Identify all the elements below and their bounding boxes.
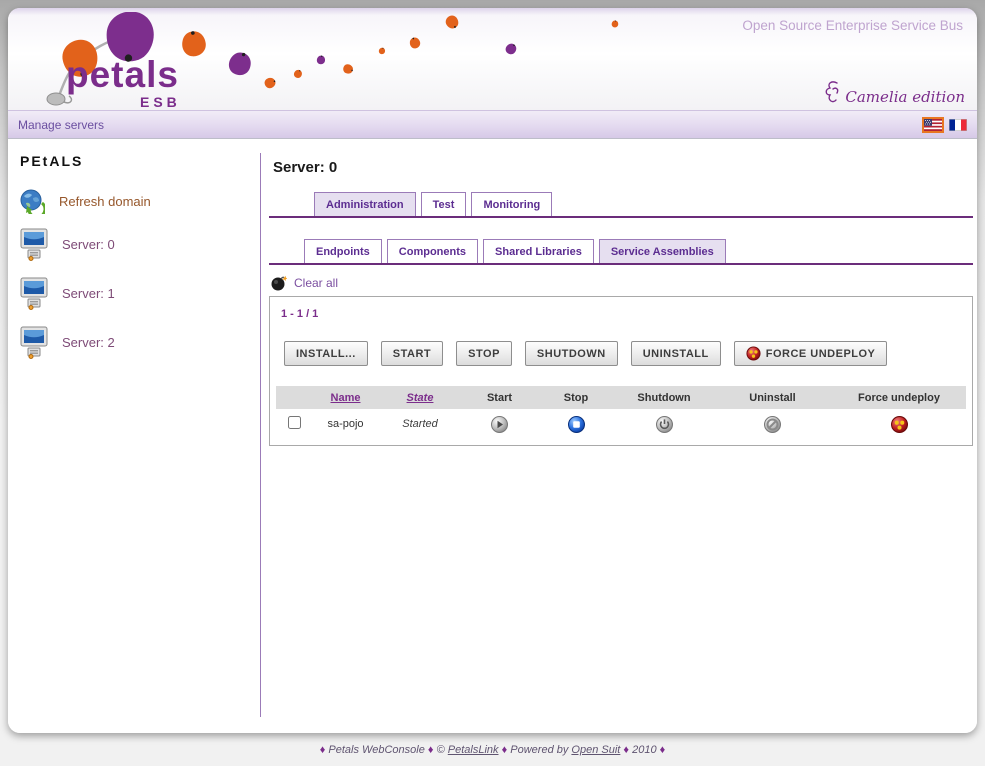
column-header-stop: Stop [537, 386, 615, 409]
clear-all-button[interactable]: Clear all [271, 274, 973, 291]
computer-icon [20, 228, 48, 261]
force-undeploy-button-label: FORCE UNDEPLOY [766, 348, 876, 360]
sidebar-item-server-2[interactable]: Server: 2 [20, 326, 261, 359]
stop-icon[interactable] [568, 416, 585, 433]
sort-by-name-link[interactable]: Name [331, 392, 361, 404]
brand-subname: ESB [140, 94, 181, 110]
stop-button[interactable]: STOP [456, 341, 512, 366]
tab-bar: Administration Test Monitoring [269, 192, 973, 218]
clear-all-label: Clear all [294, 276, 338, 290]
subtab-bar: Endpoints Components Shared Libraries Se… [269, 239, 973, 265]
breadcrumb-bar: Manage servers [8, 110, 977, 139]
us-flag-icon[interactable] [924, 119, 942, 131]
tab-test[interactable]: Test [421, 192, 467, 216]
shutdown-button[interactable]: SHUTDOWN [525, 341, 618, 366]
action-button-row: INSTALL... START STOP SHUTDOWN UNINSTALL [284, 341, 966, 366]
sidebar-item-server-0[interactable]: Server: 0 [20, 228, 261, 261]
uninstall-button-label: UNINSTALL [643, 348, 709, 360]
sidebar-item-label: Server: 1 [62, 286, 115, 301]
play-icon[interactable] [491, 416, 508, 433]
subtab-endpoints[interactable]: Endpoints [304, 239, 382, 263]
tagline: Open Source Enterprise Service Bus [742, 18, 963, 33]
open-suit-link[interactable]: Open Suit [571, 744, 620, 756]
uninstall-button[interactable]: UNINSTALL [631, 341, 721, 366]
footer-separator: ♦ [502, 744, 508, 756]
subtab-shared-libraries[interactable]: Shared Libraries [483, 239, 594, 263]
shutdown-button-label: SHUTDOWN [537, 348, 606, 360]
power-icon[interactable] [656, 416, 673, 433]
table-header-row: Name State Start Stop Shutdown Uninstall… [276, 386, 966, 409]
select-column-header [276, 386, 313, 409]
footer-powered-by: Powered by [510, 744, 568, 756]
install-button-label: INSTALL... [296, 348, 356, 360]
petals-esb-logo: petals ESB [36, 12, 206, 110]
subtab-components[interactable]: Components [387, 239, 478, 263]
footer-separator: ♦ [660, 744, 666, 756]
language-switcher [924, 119, 967, 131]
sidebar-item-label: Server: 0 [62, 237, 115, 252]
force-undeploy-button[interactable]: FORCE UNDEPLOY [734, 341, 888, 366]
install-button[interactable]: INSTALL... [284, 341, 368, 366]
sidebar-title: PEtALS [20, 153, 261, 169]
edition-text: Camelia edition [845, 88, 965, 106]
app-window: petals ESB Open Source Enterprise Servic… [8, 8, 977, 733]
stop-button-label: STOP [468, 348, 500, 360]
row-checkbox[interactable] [288, 416, 301, 429]
footer-year: 2010 [632, 744, 656, 756]
row-state: Started [402, 418, 437, 430]
fr-flag-icon[interactable] [949, 119, 967, 131]
sidebar-item-refresh-domain[interactable]: Refresh domain [20, 189, 261, 214]
camelia-flower-icon [825, 80, 843, 106]
subtab-service-assemblies[interactable]: Service Assemblies [599, 239, 726, 263]
column-header-force-undeploy: Force undeploy [832, 386, 966, 409]
sidebar-divider [260, 153, 261, 717]
service-assemblies-panel: 1 - 1 / 1 INSTALL... START STOP SHUTDOWN [269, 296, 973, 446]
sidebar-item-label: Server: 2 [62, 335, 115, 350]
radioactive-icon[interactable] [891, 416, 908, 433]
start-button-label: START [393, 348, 431, 360]
footer-app-name: Petals WebConsole [328, 744, 424, 756]
sort-by-state-link[interactable]: State [407, 392, 434, 404]
edition-label: Camelia edition [825, 80, 965, 106]
footer-separator: ♦ [428, 744, 434, 756]
pagination-status: 1 - 1 / 1 [276, 303, 966, 320]
brand-name: petals [66, 54, 179, 96]
main-panel: Server: 0 Administration Test Monitoring… [261, 139, 977, 733]
column-header-shutdown: Shutdown [615, 386, 713, 409]
row-name: sa-pojo [313, 409, 378, 439]
footer-separator: ♦ [623, 744, 629, 756]
footer-copyright-symbol: © [437, 744, 445, 756]
sidebar: PEtALS Refresh domain [8, 139, 261, 733]
page-title: Server: 0 [273, 159, 973, 176]
globe-refresh-icon [20, 189, 45, 214]
column-header-start: Start [462, 386, 537, 409]
bomb-icon [271, 274, 287, 291]
column-header-uninstall: Uninstall [713, 386, 832, 409]
petalslink-link[interactable]: PetalsLink [448, 744, 499, 756]
start-button[interactable]: START [381, 341, 443, 366]
computer-icon [20, 277, 48, 310]
sidebar-item-server-1[interactable]: Server: 1 [20, 277, 261, 310]
page-footer: ♦ Petals WebConsole ♦ © PetalsLink ♦ Pow… [0, 744, 985, 756]
tab-administration[interactable]: Administration [314, 192, 416, 216]
breadcrumb: Manage servers [18, 118, 104, 132]
tab-monitoring[interactable]: Monitoring [471, 192, 552, 216]
computer-icon [20, 326, 48, 359]
service-assemblies-table: Name State Start Stop Shutdown Uninstall… [276, 386, 966, 439]
no-entry-icon[interactable] [764, 416, 781, 433]
sidebar-item-label: Refresh domain [59, 194, 151, 209]
radioactive-icon [746, 346, 761, 361]
app-header: petals ESB Open Source Enterprise Servic… [8, 8, 977, 110]
content-area: PEtALS Refresh domain [8, 139, 977, 733]
footer-separator: ♦ [320, 744, 326, 756]
table-row-sa-pojo: sa-pojo Started [276, 409, 966, 439]
